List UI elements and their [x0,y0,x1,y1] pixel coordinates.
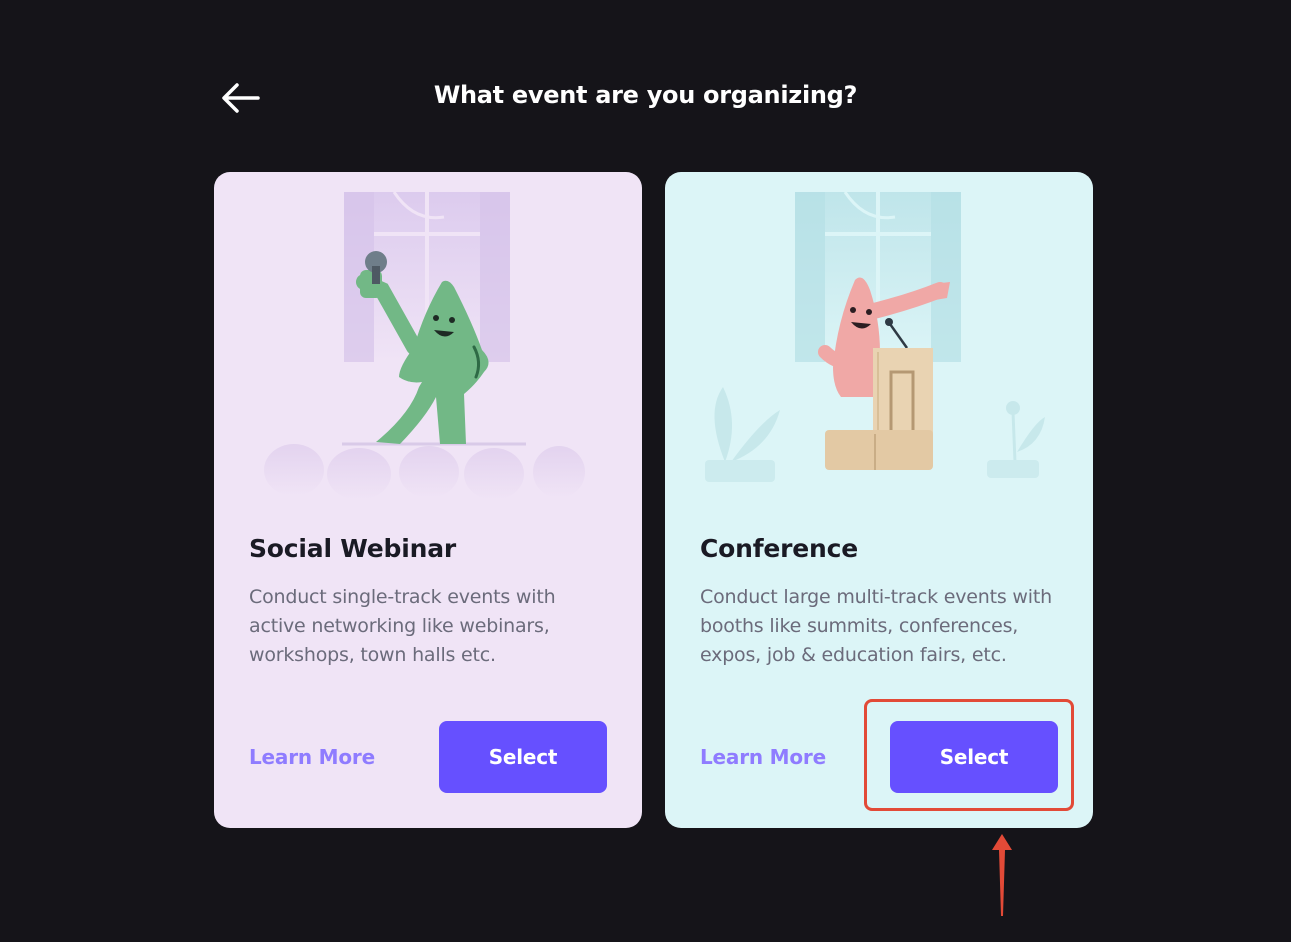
select-button-social-webinar[interactable]: Select [439,721,607,793]
speaker-at-podium-illustration [705,191,1045,482]
learn-more-link[interactable]: Learn More [249,745,375,769]
card-description: Conduct single-track events with active … [249,586,556,666]
card-title: Conference [700,534,859,563]
event-card-social-webinar: Social Webinar Conduct single-track even… [214,172,642,828]
learn-more-link[interactable]: Learn More [700,745,826,769]
page-title: What event are you organizing? [433,81,858,109]
card-title: Social Webinar [249,534,457,563]
pointer-arrow-icon [992,834,1012,916]
card-description: Conduct large multi-track events with bo… [700,586,1052,666]
speaker-with-microphone-illustration [264,191,585,500]
highlight-box [864,699,1074,811]
